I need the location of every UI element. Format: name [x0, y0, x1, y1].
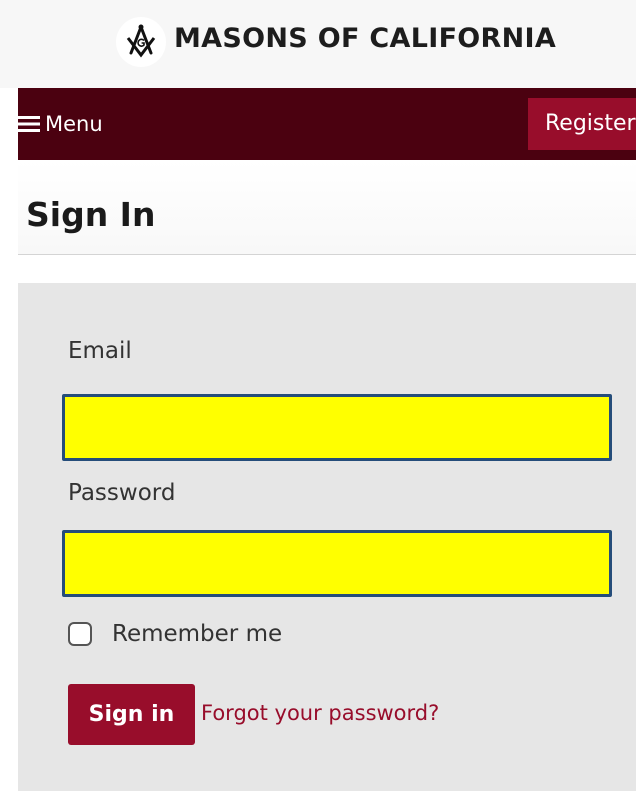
brand-name[interactable]: MASONS OF CALIFORNIA: [174, 23, 556, 54]
remember-me-row[interactable]: Remember me: [68, 619, 282, 649]
square-and-compasses-icon: [126, 24, 156, 58]
email-label: Email: [68, 338, 132, 364]
remember-me-checkbox[interactable]: [68, 622, 92, 646]
site-header: MASONS OF CALIFORNIA: [0, 0, 636, 88]
logo[interactable]: [116, 17, 166, 67]
password-label: Password: [68, 480, 176, 506]
main-nav-bar: Menu Register: [18, 88, 636, 160]
page-title: Sign In: [26, 195, 156, 234]
menu-button[interactable]: Menu: [18, 110, 103, 138]
page-title-area: Sign In: [18, 160, 636, 255]
password-field[interactable]: [62, 530, 612, 597]
menu-label: Menu: [45, 112, 103, 136]
sign-in-form: Email Password Remember me Sign in Forgo…: [18, 283, 636, 791]
sign-in-button[interactable]: Sign in: [68, 684, 195, 745]
hamburger-menu-icon: [18, 116, 40, 132]
register-button[interactable]: Register: [528, 98, 636, 150]
remember-me-label[interactable]: Remember me: [112, 621, 282, 647]
email-field[interactable]: [62, 394, 612, 461]
forgot-password-link[interactable]: Forgot your password?: [201, 701, 439, 725]
